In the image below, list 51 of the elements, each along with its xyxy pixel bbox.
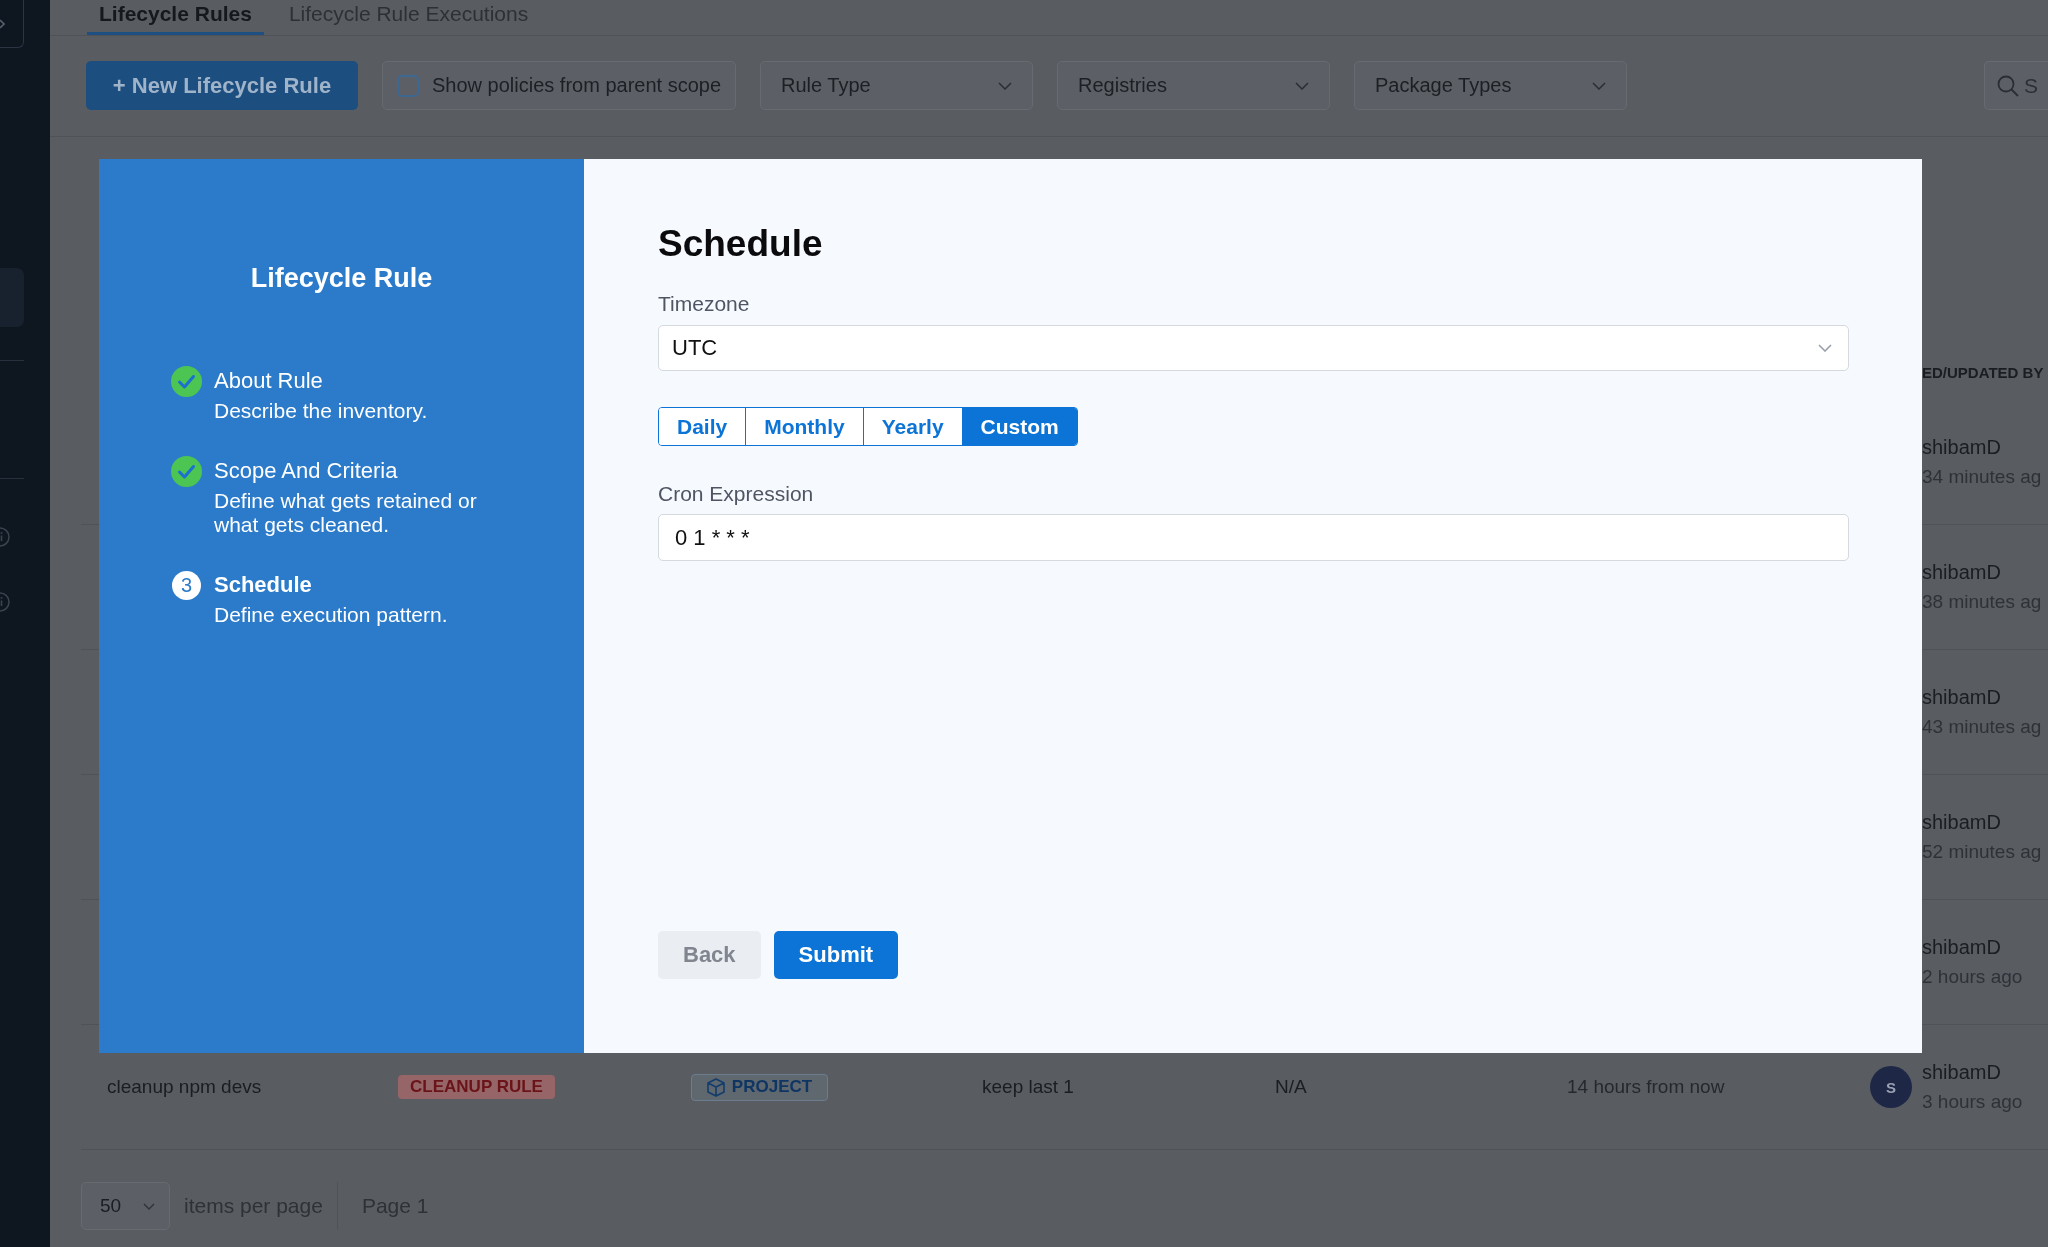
chevron-down-icon bbox=[1818, 344, 1832, 352]
frequency-tab[interactable]: Monthly bbox=[745, 408, 863, 445]
wizard-title: Lifecycle Rule bbox=[249, 262, 434, 295]
user-name: shibamD bbox=[1922, 935, 2002, 960]
new-rule-button[interactable]: + New Lifecycle Rule bbox=[86, 61, 358, 110]
frequency-tab[interactable]: Yearly bbox=[862, 408, 962, 445]
cube-icon bbox=[706, 1077, 725, 1097]
retention-text: keep last 1 bbox=[982, 1076, 1074, 1098]
chevron-down-icon bbox=[1295, 81, 1309, 90]
field-label: Cron Expression bbox=[658, 481, 814, 507]
cron-expression-input[interactable]: 0 1 * * * bbox=[658, 514, 1849, 561]
section-heading: Schedule bbox=[658, 222, 823, 266]
step-title[interactable]: Schedule bbox=[214, 571, 312, 599]
step-description: Define execution pattern. bbox=[214, 603, 448, 627]
chevron-right-icon bbox=[0, 18, 5, 29]
page-size-select[interactable]: 50 bbox=[81, 1182, 170, 1230]
step-number: 3 bbox=[172, 571, 201, 600]
info-icon[interactable] bbox=[0, 527, 10, 547]
sidebar-toggle-button[interactable] bbox=[0, 0, 24, 48]
parent-scope-toggle[interactable]: Show policies from parent scope bbox=[382, 61, 736, 110]
rule-type-tag: CLEANUP RULE bbox=[398, 1075, 555, 1099]
rule-name: cleanup npm devs bbox=[107, 1076, 262, 1098]
user-name: shibamD bbox=[1922, 1060, 2002, 1085]
step-title[interactable]: About Rule bbox=[214, 367, 323, 395]
frequency-tab[interactable]: Custom bbox=[961, 408, 1077, 445]
filter-dropdown[interactable]: Package Types bbox=[1354, 61, 1627, 110]
tab[interactable]: Lifecycle Rules bbox=[87, 0, 264, 35]
filter-dropdown[interactable]: Registries bbox=[1057, 61, 1330, 110]
dialog-button[interactable]: Back bbox=[658, 931, 761, 979]
frequency-tab[interactable]: Daily bbox=[659, 408, 746, 445]
step-title[interactable]: Scope And Criteria bbox=[214, 457, 398, 485]
step-description: Define what gets retained or what gets cleaned. bbox=[214, 489, 478, 537]
chevron-down-icon bbox=[143, 1202, 155, 1210]
chevron-down-icon bbox=[998, 81, 1012, 90]
column-header[interactable]: ED/UPDATED BY bbox=[1922, 364, 2044, 381]
user-name: shibamD bbox=[1922, 810, 2002, 835]
scope-label: PROJECT bbox=[731, 1077, 813, 1097]
table-cell: N/A bbox=[1275, 1076, 1307, 1098]
user-name: shibamD bbox=[1922, 435, 2002, 460]
step-description: Describe the inventory. bbox=[214, 399, 428, 423]
user-name: shibamD bbox=[1922, 560, 2002, 585]
dialog-button[interactable]: Submit bbox=[773, 931, 899, 979]
filter-dropdown[interactable]: Rule Type bbox=[760, 61, 1033, 110]
chevron-down-icon bbox=[1592, 81, 1606, 90]
field-label: Timezone bbox=[658, 291, 750, 317]
search-icon bbox=[1997, 74, 2019, 97]
timezone-select[interactable]: UTC bbox=[658, 325, 1849, 371]
user-avatar: S bbox=[1870, 1066, 1912, 1108]
checkbox[interactable] bbox=[397, 74, 419, 97]
user-name: shibamD bbox=[1922, 685, 2002, 710]
info-icon[interactable] bbox=[0, 592, 10, 612]
